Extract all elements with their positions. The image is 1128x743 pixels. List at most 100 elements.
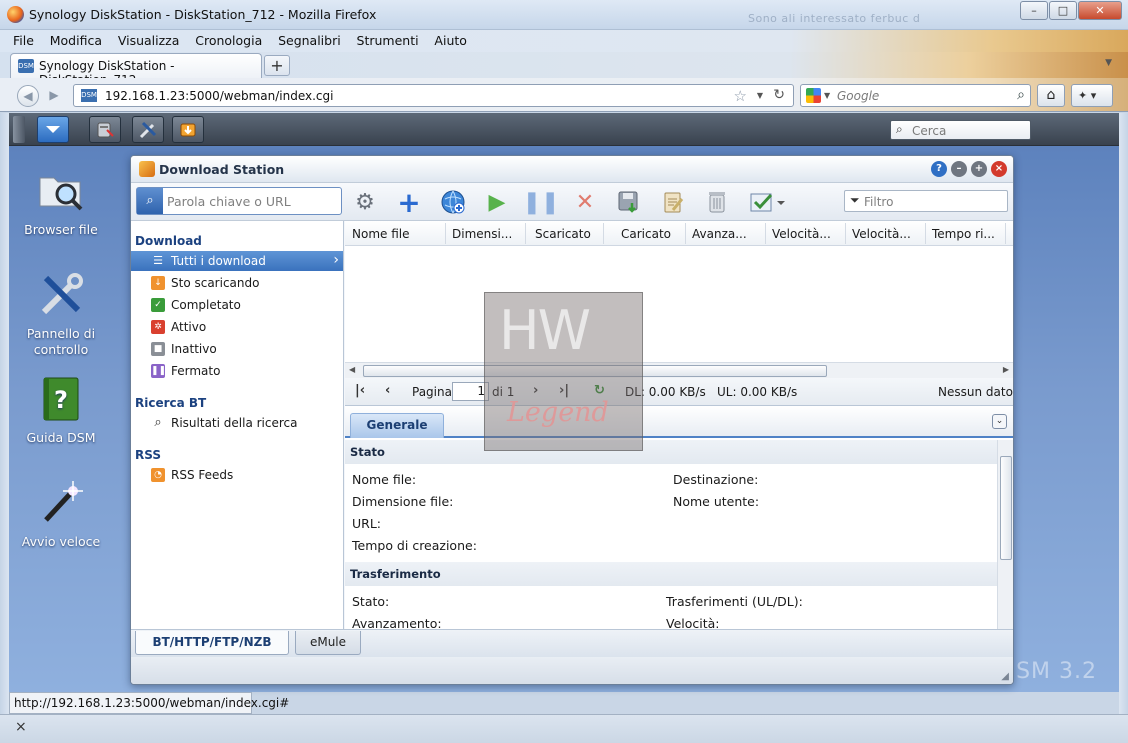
column-divider[interactable] [925,223,926,244]
menu-cronologia[interactable]: Cronologia [195,33,262,48]
inactive-icon: ■ [151,342,165,356]
detail-label-destination: Destinazione: [673,472,759,487]
column-time-remaining[interactable]: Tempo ri... [932,227,995,241]
column-size[interactable]: Dimensi... [452,227,512,241]
home-button[interactable]: ⌂ [1037,84,1065,107]
minimize-icon[interactable]: – [951,161,967,177]
url-text[interactable]: 192.168.1.23:5000/webman/index.cgi [105,89,333,103]
download-list-header: Nome file Dimensi... Scaricato Caricato … [345,221,1013,246]
horizontal-scrollbar[interactable]: ◀ ▶ [345,362,1013,378]
save-icon[interactable] [614,187,644,217]
back-button[interactable]: ◀ [17,85,39,107]
desktop-icon-dsm-help[interactable]: ? Guida DSM [15,374,107,446]
extension-button[interactable]: ✦ ▾ [1071,84,1113,107]
close-addon-bar-icon[interactable]: × [15,719,27,735]
url-history-dropdown-icon[interactable]: ▼ [757,91,763,100]
sidebar-item-stopped[interactable]: ❚❚ Fermato [131,361,343,381]
menu-modifica[interactable]: Modifica [50,33,102,48]
taskbar-control-panel[interactable] [132,116,164,143]
menu-segnalibri[interactable]: Segnalibri [278,33,341,48]
clear-icon[interactable] [702,187,732,217]
column-divider[interactable] [765,223,766,244]
sidebar-item-inactive[interactable]: ■ Inattivo [131,339,343,359]
browser-status-bar: × [0,714,1128,743]
close-window-button[interactable]: ✕ [1078,1,1122,20]
maximize-icon[interactable]: + [971,161,987,177]
edit-icon[interactable] [658,187,688,217]
column-speed-down[interactable]: Velocità... [772,227,831,241]
sidebar-item-downloading[interactable]: ↓ Sto scaricando [131,273,343,293]
taskbar-storage-manager[interactable] [89,116,121,143]
first-page-icon[interactable]: |‹ [355,383,365,398]
filter-input[interactable]: ⏷ Filtro [844,190,1008,212]
taskbar-download-station[interactable] [172,116,204,143]
tab-emule[interactable]: eMule [295,631,361,655]
section-transfer-header: Trasferimento [345,562,997,586]
sidebar-item-active[interactable]: ✲ Attivo [131,317,343,337]
previous-page-icon[interactable]: ‹ [385,383,390,398]
search-engine-dropdown-icon[interactable]: ▼ [824,91,830,100]
delete-icon[interactable]: ✕ [570,187,600,217]
desktop-icon-browser-file[interactable]: Browser file [15,166,107,238]
column-speed-up[interactable]: Velocità... [852,227,911,241]
keyword-url-input[interactable]: ⌕ Parola chiave o URL [136,187,342,215]
sidebar-item-search-results[interactable]: ⌕ Risultati della ricerca [131,413,343,433]
column-file-name[interactable]: Nome file [352,227,409,241]
list-icon: ☰ [153,254,163,267]
column-progress[interactable]: Avanza... [692,227,747,241]
maximize-button[interactable]: □ [1049,1,1077,20]
column-downloaded[interactable]: Scaricato [535,227,591,241]
vertical-scrollbar[interactable] [997,440,1013,629]
resume-icon[interactable]: ▶ [482,187,512,217]
download-station-icon [139,161,155,177]
tab-general[interactable]: Generale [350,413,444,438]
column-divider[interactable] [1005,223,1006,244]
search-icon[interactable]: ⌕ [137,188,163,214]
column-divider[interactable] [845,223,846,244]
menu-strumenti[interactable]: Strumenti [357,33,419,48]
forward-button[interactable]: ▶ [43,85,65,107]
desktop-icon-quick-start[interactable]: Avvio veloce [15,478,107,550]
detail-label-username: Nome utente: [673,494,760,509]
column-divider[interactable] [525,223,526,244]
search-box[interactable]: ▼ Google ⌕ [800,84,1031,107]
new-tab-button[interactable]: + [264,55,290,76]
resize-grip-icon[interactable]: ◢ [1001,671,1009,682]
menu-file[interactable]: File [13,33,34,48]
collapse-icon[interactable]: ⌄ [992,414,1007,429]
browser-tab[interactable]: DSM Synology DiskStation - DiskStation_7… [10,53,262,87]
column-divider[interactable] [685,223,686,244]
desktop-icon-control-panel[interactable]: Pannello di controllo [15,270,107,358]
help-icon[interactable]: ? [931,161,947,177]
minimize-button[interactable]: – [1020,1,1048,20]
scrollbar-thumb[interactable] [1000,456,1012,560]
tab-bt-http-ftp-nzb[interactable]: BT/HTTP/FTP/NZB [135,631,289,655]
detail-tab-bar: Generale ⌄ [345,406,1013,438]
settings-icon[interactable]: ⚙ [350,187,380,217]
sidebar-item-completed[interactable]: ✓ Completato [131,295,343,315]
sidebar-item-all-downloads[interactable]: ☰ Tutti i download › [131,251,343,271]
select-icon[interactable] [746,187,788,217]
scroll-right-icon[interactable]: ▶ [1003,365,1009,374]
add-url-icon[interactable] [438,187,468,217]
search-placeholder: Google [837,89,880,103]
add-icon[interactable]: + [394,186,424,219]
column-uploaded[interactable]: Caricato [621,227,671,241]
search-icon[interactable]: ⌕ [1017,87,1025,103]
scroll-left-icon[interactable]: ◀ [349,365,355,374]
column-divider[interactable] [445,223,446,244]
close-icon[interactable]: × [991,161,1007,177]
dsm-main-menu-button[interactable] [37,116,69,143]
google-icon[interactable] [806,88,821,103]
reload-icon[interactable]: ↻ [773,87,785,103]
sidebar-item-rss-feeds[interactable]: ◔ RSS Feeds [131,465,343,485]
column-divider[interactable] [603,223,604,244]
pause-icon[interactable]: ❚❚ [523,187,560,217]
bookmark-star-icon[interactable]: ☆ [734,87,747,105]
dsm-search-input[interactable]: ⌕ Cerca [890,120,1031,140]
menu-visualizza[interactable]: Visualizza [118,33,180,48]
tab-list-icon[interactable]: ▼ [1105,58,1112,68]
url-bar[interactable]: DSM 192.168.1.23:5000/webman/index.cgi ☆… [73,84,794,107]
menu-aiuto[interactable]: Aiuto [434,33,467,48]
window-header[interactable]: Download Station ? – + × [131,156,1013,183]
